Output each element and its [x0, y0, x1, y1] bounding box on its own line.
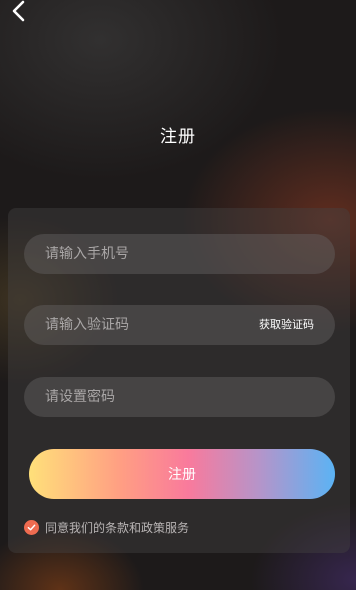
password-input[interactable] [45, 389, 245, 405]
page-title: 注册 [160, 127, 196, 147]
phone-field [24, 234, 335, 274]
agreement-text[interactable]: 同意我们的条款和政策服务 [45, 519, 189, 536]
phone-input[interactable] [45, 246, 245, 262]
agreement-row: 同意我们的条款和政策服务 [24, 519, 189, 535]
verification-code-field: 获取验证码 [24, 305, 335, 345]
verification-code-input[interactable] [45, 317, 245, 333]
password-field [24, 377, 335, 417]
get-code-button[interactable]: 获取验证码 [259, 305, 314, 345]
checkmark-icon [27, 524, 36, 530]
agreement-checkbox[interactable] [24, 519, 39, 535]
register-button[interactable]: 注册 [29, 449, 335, 499]
back-button[interactable] [6, 0, 32, 26]
chevron-left-icon [12, 0, 25, 22]
